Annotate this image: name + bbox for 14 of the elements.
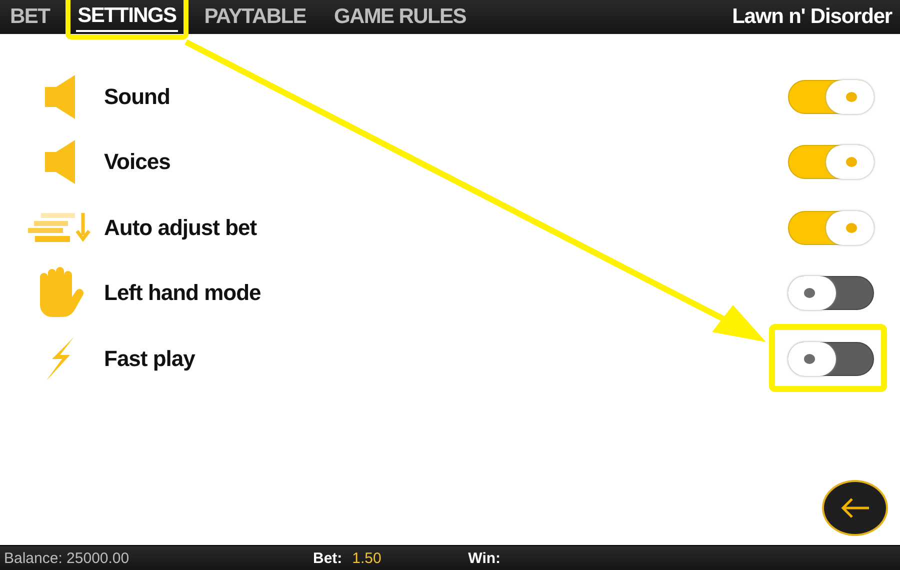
setting-label: Left hand mode bbox=[104, 280, 261, 306]
menu-tab[interactable]: BET bbox=[8, 2, 52, 32]
menu-tab[interactable]: PAYTABLE bbox=[202, 2, 308, 32]
balance-text: Balance: 25000.00 bbox=[4, 550, 130, 566]
bet-value: 1.50 bbox=[352, 550, 382, 566]
win-label: Win: bbox=[468, 550, 501, 566]
game-title: Lawn n' Disorder bbox=[732, 5, 892, 29]
bet-label: Bet: bbox=[313, 550, 342, 566]
setting-label: Sound bbox=[104, 84, 170, 110]
menu-tab[interactable]: GAME RULES bbox=[332, 2, 468, 32]
menu-tab[interactable]: SETTINGS bbox=[76, 2, 178, 32]
setting-label: Auto adjust bet bbox=[104, 214, 257, 241]
setting-label: Fast play bbox=[104, 346, 195, 372]
setting-label: Voices bbox=[104, 149, 170, 176]
